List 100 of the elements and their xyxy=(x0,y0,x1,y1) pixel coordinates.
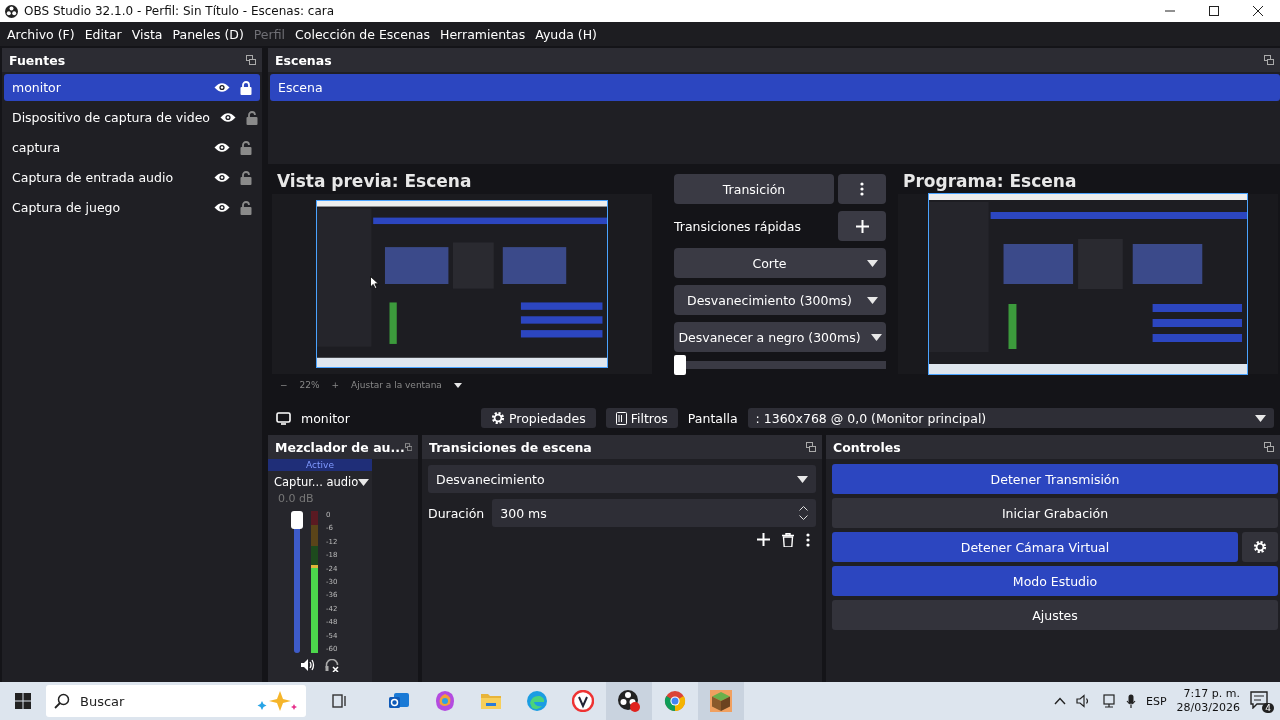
language-indicator[interactable]: ESP xyxy=(1146,694,1167,708)
quick-transition-button[interactable]: Corte xyxy=(674,248,886,278)
menu-item[interactable]: Editar xyxy=(79,26,127,42)
eye-icon[interactable] xyxy=(214,82,230,93)
grass-block-icon xyxy=(710,690,732,712)
shield-icon xyxy=(572,690,594,712)
display-dropdown[interactable]: : 1360x768 @ 0,0 (Monitor principal) xyxy=(747,408,1274,428)
caret-icon xyxy=(867,296,878,304)
microphone-icon[interactable] xyxy=(1126,693,1136,709)
caret-icon xyxy=(358,478,370,486)
quick-transitions-label: Transiciones rápidas xyxy=(674,218,801,234)
eye-icon[interactable] xyxy=(220,112,236,123)
control-button[interactable]: Ajustes xyxy=(832,600,1278,630)
plus-icon xyxy=(855,219,869,233)
caret-icon xyxy=(1255,414,1266,422)
float-dock-icon[interactable] xyxy=(806,442,816,452)
eye-icon[interactable] xyxy=(214,142,230,153)
filters-button[interactable]: Filtros xyxy=(605,408,678,428)
float-dock-icon[interactable] xyxy=(1264,442,1274,452)
dock-title: Transiciones de escena xyxy=(429,439,592,455)
menu-item[interactable]: Herramientas xyxy=(435,26,531,42)
volume-slider[interactable] xyxy=(291,511,303,653)
source-item[interactable]: Captura de entrada audio xyxy=(4,164,260,191)
headphones-off-icon[interactable] xyxy=(325,659,339,672)
scene-item[interactable]: Escena xyxy=(270,74,1280,101)
transition-button[interactable]: Transición xyxy=(674,174,834,204)
caret-icon xyxy=(867,259,878,267)
menu-item[interactable]: Archivo (F) xyxy=(2,26,80,42)
notifications-button[interactable]: 4 xyxy=(1250,691,1272,711)
app-logo-icon xyxy=(5,4,18,18)
dock-title: Mezclador de au... xyxy=(275,439,405,455)
clock[interactable]: 7:17 p. m. 28/03/2026 xyxy=(1176,687,1240,715)
source-name: Captura de entrada audio xyxy=(12,170,175,185)
menu-item[interactable]: Vista xyxy=(126,26,168,42)
properties-button[interactable]: Propiedades xyxy=(481,408,596,428)
eye-icon[interactable] xyxy=(214,172,230,183)
zoom-out-button[interactable]: − xyxy=(280,380,288,390)
quick-transition-button[interactable]: Desvanecer a negro (300ms) xyxy=(674,322,886,352)
source-name: monitor xyxy=(12,80,62,95)
search-field[interactable]: Buscar xyxy=(46,685,306,717)
quick-transition-label: Desvanecimiento (300ms) xyxy=(686,292,853,308)
transition-type-dropdown[interactable]: Desvanecimiento xyxy=(428,465,816,493)
dots-icon[interactable] xyxy=(806,533,810,547)
quick-transition-label: Corte xyxy=(751,255,788,271)
caret-icon xyxy=(870,333,882,341)
plus-icon[interactable] xyxy=(757,533,770,546)
source-item[interactable]: Dispositivo de captura de video xyxy=(4,104,260,131)
control-button[interactable]: Iniciar Grabación xyxy=(832,498,1278,528)
source-item[interactable]: captura xyxy=(4,134,260,161)
lock-closed-icon[interactable] xyxy=(240,80,252,95)
duration-label: Duración xyxy=(428,505,485,521)
taskbar-app[interactable] xyxy=(606,682,652,720)
lock-open-icon[interactable] xyxy=(240,170,252,185)
duration-field[interactable]: 300 ms xyxy=(492,499,816,527)
trash-icon[interactable] xyxy=(782,533,794,547)
source-name: Dispositivo de captura de video xyxy=(12,110,210,125)
source-item[interactable]: monitor xyxy=(4,74,260,101)
start-icon[interactable] xyxy=(15,693,31,709)
float-dock-icon[interactable] xyxy=(1264,55,1274,65)
quick-transition-label: Desvanecer a negro (300ms) xyxy=(678,329,861,345)
more-button[interactable] xyxy=(838,174,886,204)
control-button[interactable]: Detener Cámara Virtual xyxy=(832,532,1238,562)
fit-window-dropdown[interactable]: Ajustar a la ventana xyxy=(351,380,442,390)
spin-up-icon[interactable] xyxy=(799,506,808,511)
dots-icon xyxy=(860,182,864,196)
menu-item[interactable]: Ayuda (H) xyxy=(530,26,602,42)
lock-open-icon[interactable] xyxy=(246,110,258,125)
settings-button[interactable] xyxy=(1242,532,1278,562)
speaker-icon[interactable] xyxy=(301,659,315,671)
source-item[interactable]: Captura de juego xyxy=(4,194,260,221)
monitor-icon xyxy=(276,411,291,425)
gear-icon xyxy=(491,411,505,425)
quick-transition-button[interactable]: Desvanecimiento (300ms) xyxy=(674,285,886,315)
spin-down-icon[interactable] xyxy=(799,515,808,520)
filter-icon xyxy=(615,411,627,425)
channel-dropdown[interactable]: Captur... audio xyxy=(268,471,372,489)
float-dock-icon[interactable] xyxy=(404,442,412,452)
control-button[interactable]: Detener Transmisión xyxy=(832,464,1278,494)
slider-thumb[interactable] xyxy=(291,511,303,529)
eye-icon[interactable] xyxy=(214,202,230,213)
zoom-in-button[interactable]: + xyxy=(331,380,340,390)
volume-reading: 0.0 dB xyxy=(277,491,315,505)
float-dock-icon[interactable] xyxy=(246,55,256,65)
dock-title: Controles xyxy=(833,439,901,455)
preview-title: Vista previa: Escena xyxy=(276,170,473,193)
lock-open-icon[interactable] xyxy=(240,140,252,155)
window-title: OBS Studio 32.1.0 - Perfil: Sin Título - Escenas: cara xyxy=(24,4,336,18)
menu-item[interactable]: Paneles (D) xyxy=(167,26,249,42)
menu-item[interactable]: Colección de Escenas xyxy=(290,26,436,42)
add-quick-transition-button[interactable] xyxy=(838,211,886,241)
chevron-up-icon[interactable] xyxy=(1054,697,1066,705)
slider-thumb[interactable] xyxy=(674,355,686,375)
zoom-level: 22% xyxy=(299,380,320,390)
dock-title: Escenas xyxy=(275,52,332,68)
lock-open-icon[interactable] xyxy=(240,200,252,215)
display-label: Pantalla xyxy=(687,410,738,426)
notification-count: 4 xyxy=(1262,703,1274,713)
dock-title: Fuentes xyxy=(9,52,66,68)
source-name: captura xyxy=(12,140,62,155)
control-button[interactable]: Modo Estudio xyxy=(832,566,1278,596)
